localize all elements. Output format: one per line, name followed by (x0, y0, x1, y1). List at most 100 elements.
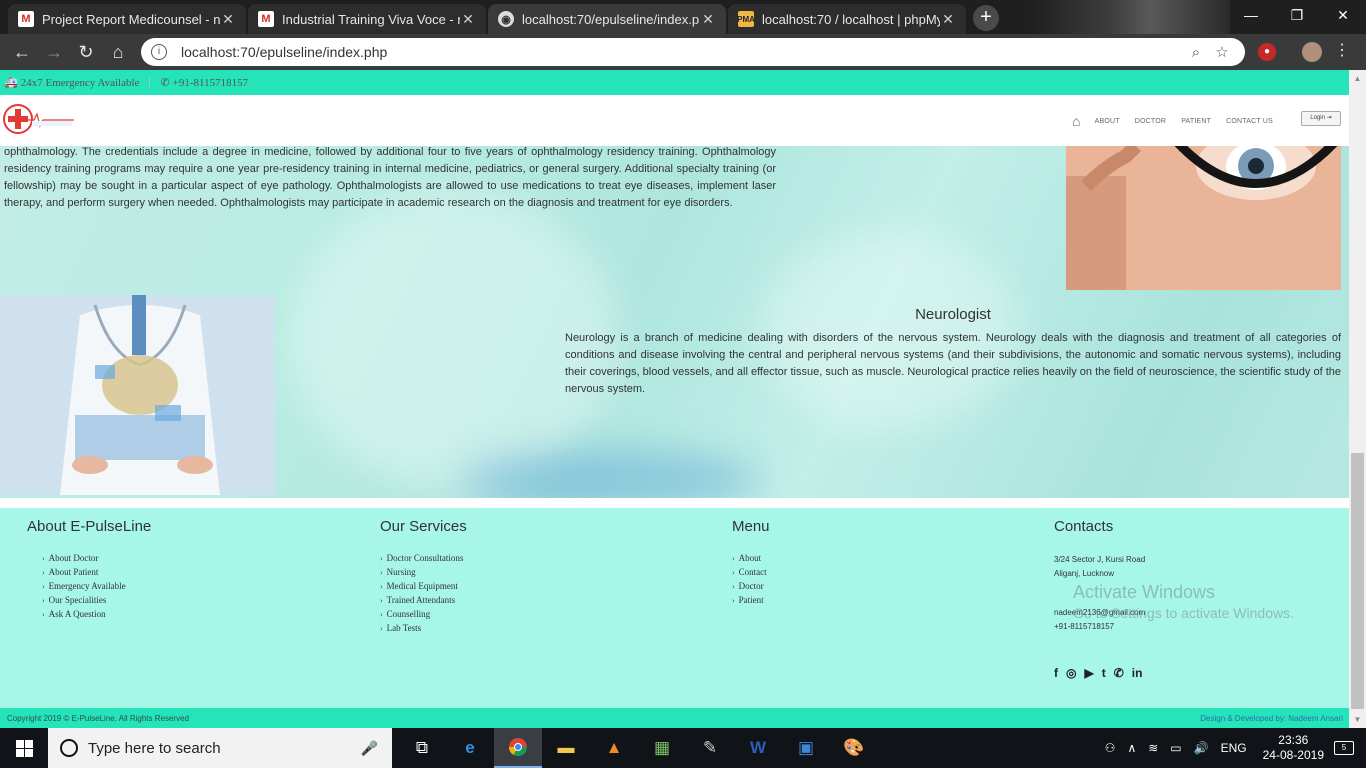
nav-patient[interactable]: PATIENT (1181, 118, 1211, 125)
close-tab-icon[interactable]: ✕ (700, 11, 716, 28)
footer-link-label[interactable]: Counselling (387, 609, 431, 619)
address-bar[interactable]: i localhost:70/epulseline/index.php ⌕ ☆ (141, 38, 1245, 66)
footer-link[interactable]: › Contact (732, 567, 770, 581)
extension-icon[interactable]: ● (1258, 43, 1276, 61)
nav-doctor[interactable]: DOCTOR (1135, 118, 1166, 125)
pen-tool-icon[interactable]: ✎ (686, 728, 734, 768)
youtube-icon[interactable]: ▶ (1084, 666, 1093, 680)
edge-icon[interactable]: e (446, 728, 494, 768)
microphone-icon[interactable]: 🎤 (361, 740, 378, 757)
chrome-icon[interactable] (494, 728, 542, 768)
developer-credit[interactable]: Design & Developed by: Nadeem Ansari (1200, 714, 1343, 723)
chevron-right-icon: › (380, 582, 383, 591)
file-explorer-icon[interactable]: ▬ (542, 728, 590, 768)
browser-menu-icon[interactable]: ⋮ (1334, 40, 1350, 60)
browser-tab-2[interactable]: M Industrial Training Viva Voce - na ✕ (248, 4, 486, 34)
scroll-down-arrow-icon[interactable]: ▼ (1349, 711, 1366, 728)
scrollbar-thumb[interactable] (1351, 453, 1364, 709)
vlc-icon[interactable]: ▲ (590, 728, 638, 768)
taskbar-clock[interactable]: 23:36 24-08-2019 (1263, 733, 1324, 763)
task-view-icon[interactable]: ⧉ (398, 728, 446, 768)
instagram-icon[interactable]: ◎ (1066, 666, 1076, 680)
emergency-text: 24x7 Emergency Available (20, 76, 140, 89)
footer-link-label[interactable]: Our Specialities (49, 595, 107, 605)
spreadsheet-icon[interactable]: ▦ (638, 728, 686, 768)
start-button[interactable] (0, 728, 48, 768)
footer-link-label[interactable]: Lab Tests (387, 623, 421, 633)
footer-link-label[interactable]: Nursing (387, 567, 416, 577)
footer-link-label[interactable]: About Patient (49, 567, 99, 577)
footer-link-label[interactable]: Medical Equipment (387, 581, 458, 591)
profile-avatar[interactable] (1302, 42, 1322, 62)
zoom-icon[interactable]: ⌕ (1183, 44, 1209, 61)
scroll-up-arrow-icon[interactable]: ▲ (1349, 70, 1366, 87)
home-icon[interactable]: ⌂ (1072, 113, 1081, 129)
footer-link[interactable]: › Lab Tests (380, 623, 467, 637)
new-tab-button[interactable]: + (973, 5, 999, 31)
footer-link-label[interactable]: Emergency Available (49, 581, 126, 591)
back-button[interactable]: ← (6, 36, 38, 68)
show-hidden-icons-icon[interactable]: ∧ (1127, 741, 1136, 755)
footer-link[interactable]: › About (732, 553, 770, 567)
footer-link[interactable]: › About Patient (42, 567, 151, 581)
volume-icon[interactable]: 🔊 (1194, 741, 1209, 755)
bookmark-star-icon[interactable]: ☆ (1209, 43, 1235, 61)
wifi-icon[interactable]: ≋ (1148, 741, 1158, 755)
nav-about[interactable]: ABOUT (1095, 118, 1120, 125)
home-button[interactable]: ⌂ (102, 36, 134, 68)
footer-link-label[interactable]: Doctor (739, 581, 764, 591)
twitter-icon[interactable]: t (1102, 666, 1106, 680)
forward-button[interactable]: → (38, 36, 70, 68)
footer-link[interactable]: › About Doctor (42, 553, 151, 567)
reload-button[interactable]: ↻ (70, 36, 102, 68)
window-controls: — ❐ ✕ (1228, 0, 1366, 30)
facebook-icon[interactable]: f (1054, 666, 1058, 680)
browser-tab-3[interactable]: ◉ localhost:70/epulseline/index.ph ✕ (488, 4, 726, 34)
people-icon[interactable]: ⚇ (1105, 741, 1116, 755)
login-button[interactable]: Login ⇥ (1301, 111, 1341, 126)
e-pulseline-logo[interactable] (2, 102, 76, 136)
footer-link-label[interactable]: About Doctor (49, 553, 99, 563)
battery-icon[interactable]: ▭ (1170, 741, 1181, 755)
footer-link[interactable]: › Doctor (732, 581, 770, 595)
footer-link[interactable]: › Emergency Available (42, 581, 151, 595)
footer-link-label[interactable]: About (739, 553, 762, 563)
footer-link[interactable]: › Nursing (380, 567, 467, 581)
close-window-button[interactable]: ✕ (1320, 0, 1366, 30)
restore-button[interactable]: ❐ (1274, 0, 1320, 30)
search-placeholder[interactable]: Type here to search (88, 740, 221, 757)
footer-link-label[interactable]: Ask A Question (49, 609, 106, 619)
footer-link[interactable]: › Counselling (380, 609, 467, 623)
close-tab-icon[interactable]: ✕ (940, 11, 956, 28)
close-tab-icon[interactable]: ✕ (220, 11, 236, 28)
windows-taskbar: Type here to search 🎤 ⧉ e ▬ ▲ ▦ ✎ W ▣ 🎨 … (0, 728, 1366, 768)
footer-link-label[interactable]: Doctor Consultations (387, 553, 464, 563)
footer-link[interactable]: › Our Specialities (42, 595, 151, 609)
footer-link-label[interactable]: Trained Attendants (387, 595, 455, 605)
footer-link-label[interactable]: Contact (739, 567, 767, 577)
footer-link[interactable]: › Medical Equipment (380, 581, 467, 595)
site-info-icon[interactable]: i (151, 44, 167, 60)
taskbar-search-box[interactable]: Type here to search 🎤 (48, 728, 392, 768)
footer-link-label[interactable]: Patient (739, 595, 764, 605)
browser-tab-4[interactable]: PMA localhost:70 / localhost | phpMyA ✕ (728, 4, 966, 34)
photos-icon[interactable]: ▣ (782, 728, 830, 768)
language-indicator[interactable]: ENG (1221, 741, 1247, 755)
footer-link[interactable]: › Patient (732, 595, 770, 609)
linkedin-icon[interactable]: in (1132, 666, 1143, 680)
paint-icon[interactable]: 🎨 (830, 728, 878, 768)
footer-link[interactable]: › Ask A Question (42, 609, 151, 623)
browser-tab-1[interactable]: M Project Report Medicounsel - nac ✕ (8, 4, 246, 34)
close-tab-icon[interactable]: ✕ (460, 11, 476, 28)
footer-link[interactable]: › Trained Attendants (380, 595, 467, 609)
url-text[interactable]: localhost:70/epulseline/index.php (181, 44, 1183, 60)
nav-contact-us[interactable]: CONTACT US (1226, 118, 1273, 125)
page-scrollbar[interactable]: ▲ ▼ (1349, 70, 1366, 728)
minimize-button[interactable]: — (1228, 0, 1274, 30)
word-icon[interactable]: W (734, 728, 782, 768)
whatsapp-icon[interactable]: ✆ (1114, 666, 1124, 680)
footer-link[interactable]: › Doctor Consultations (380, 553, 467, 567)
tab-title: localhost:70/epulseline/index.ph (522, 11, 700, 27)
footer-about-title: About E-PulseLine (27, 518, 152, 535)
action-center-icon[interactable]: 5 (1334, 741, 1354, 755)
